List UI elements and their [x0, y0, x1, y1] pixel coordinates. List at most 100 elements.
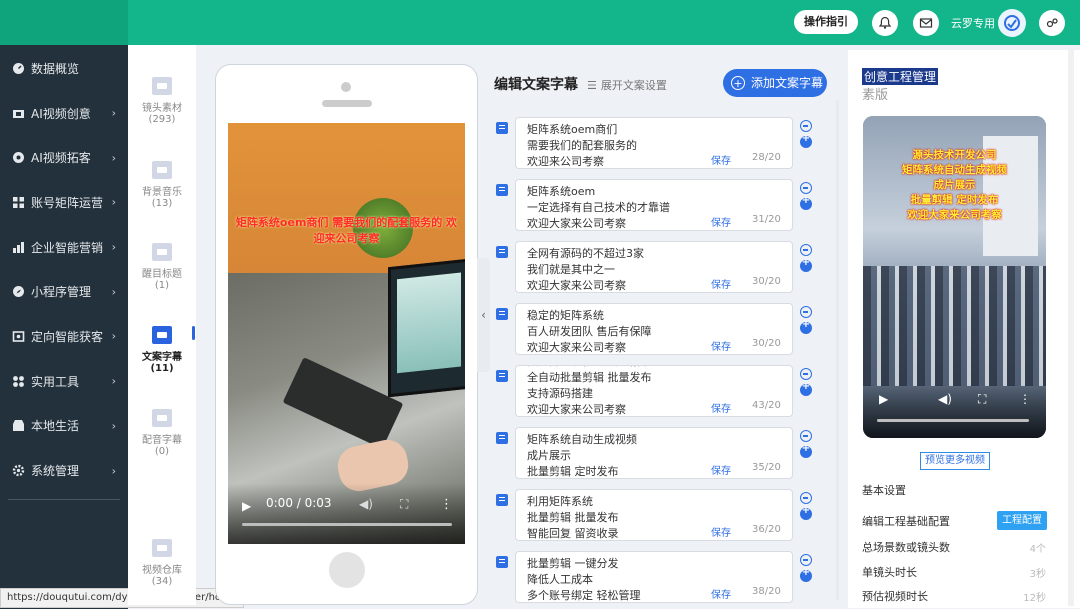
settings-icon[interactable] [1039, 10, 1065, 36]
caption-save-button[interactable]: 保存 [711, 338, 731, 353]
right-panel-scrollbar[interactable] [1068, 50, 1074, 606]
caption-text[interactable]: 稳定的矩阵系统 百人研发团队 售后有保障 欢迎大家来公司考察 [527, 308, 717, 354]
preview-progress-track[interactable] [877, 419, 1029, 422]
asset-music[interactable]: 背景音乐 (13) [128, 161, 196, 209]
asset-titles[interactable]: 醒目标题 (1) [128, 243, 196, 291]
sidebar-item-overview[interactable]: 数据概览 [0, 46, 128, 91]
more-vertical-icon[interactable]: ⋮ [1019, 392, 1031, 406]
sidebar-item-label: 定向智能获客 [31, 329, 104, 344]
caption-char-count: 35/20 [752, 462, 781, 473]
caption-textarea[interactable]: 矩阵系统自动生成视频 成片展示 批量剪辑 定时发布 保存 35/20 [515, 427, 793, 479]
remove-caption-icon[interactable] [800, 492, 812, 504]
sidebar-item-tools[interactable]: 实用工具 › [0, 359, 128, 404]
fullscreen-icon[interactable]: ⛶ [400, 497, 408, 512]
preview-more-button[interactable]: 预览更多视频 [920, 452, 990, 470]
volume-icon[interactable]: ◀) [938, 392, 952, 406]
document-icon [496, 556, 508, 568]
asset-shots[interactable]: 镜头素材 (293) [128, 77, 196, 125]
caption-textarea[interactable]: 批量剪辑 一键分发 降低人工成本 多个账号绑定 轻松管理 保存 38/20 [515, 551, 793, 603]
setting-label: 预估视频时长 [862, 590, 928, 603]
user-name[interactable]: 云罗专用 [951, 15, 995, 31]
caption-textarea[interactable]: 利用矩阵系统 批量剪辑 批量发布 智能回复 留资收录 保存 36/20 [515, 489, 793, 541]
caption-text[interactable]: 利用矩阵系统 批量剪辑 批量发布 智能回复 留资收录 [527, 494, 717, 540]
result-video-preview[interactable]: 源头技术开发公司 矩阵系统自动生成视频 成片展示 批量剪辑 定时发布 欢迎大家来… [863, 116, 1046, 438]
remove-caption-icon[interactable] [800, 182, 812, 194]
video-icon [12, 107, 25, 120]
sidebar-item-label: AI视频拓客 [31, 151, 91, 166]
video-controls [228, 483, 465, 544]
add-caption-button[interactable]: + 添加文案字幕 [723, 69, 827, 97]
add-caption-icon[interactable] [800, 505, 812, 520]
video-progress-track[interactable] [242, 523, 452, 526]
mail-icon[interactable] [913, 10, 939, 36]
play-icon[interactable]: ▶ [879, 392, 888, 406]
caption-item: 做矩阵系统就选大分销商 全自动批量剪辑 批量发布 支持源码搭建 欢迎大家来公司考… [490, 360, 830, 417]
logo-area [0, 0, 128, 45]
caption-textarea[interactable]: 做矩阵系统就选大分销商 全自动批量剪辑 批量发布 支持源码搭建 欢迎大家来公司考… [515, 365, 793, 417]
remove-caption-icon[interactable] [800, 244, 812, 256]
add-caption-icon[interactable] [800, 567, 812, 582]
more-vertical-icon[interactable]: ⋮ [440, 497, 453, 512]
add-caption-icon[interactable] [800, 257, 812, 272]
caption-save-button[interactable]: 保存 [711, 524, 731, 539]
asset-label: 背景音乐 [142, 187, 182, 198]
remove-caption-icon[interactable] [800, 120, 812, 132]
asset-video-library[interactable]: 视频仓库 (34) [128, 539, 196, 587]
remove-caption-icon[interactable] [800, 306, 812, 318]
sidebar-item-ai-video-creative[interactable]: AI视频创意 › [0, 91, 128, 136]
add-caption-icon[interactable] [800, 381, 812, 396]
asset-voice-captions[interactable]: 配音字幕 (0) [128, 409, 196, 457]
sidebar-item-ai-video-leads[interactable]: AI视频拓客 › [0, 135, 128, 180]
remove-caption-icon[interactable] [800, 430, 812, 442]
caption-save-button[interactable]: 保存 [711, 214, 731, 229]
caption-save-button[interactable]: 保存 [711, 152, 731, 167]
volume-icon[interactable]: ◀) [359, 497, 373, 511]
sidebar-item-enterprise-marketing[interactable]: 企业智能营销 › [0, 225, 128, 270]
sidebar-item-local-life[interactable]: 本地生活 › [0, 404, 128, 449]
caption-textarea[interactable]: 矩阵系统oem 一定选择有自己技术的才靠谱 欢迎大家来公司考察 保存 31/20 [515, 179, 793, 231]
sidebar-item-matrix-ops[interactable]: 账号矩阵运营 › [0, 180, 128, 225]
setting-label: 编辑工程基础配置 [862, 515, 950, 528]
caption-text[interactable]: 矩阵系统oem 一定选择有自己技术的才靠谱 欢迎大家来公司考察 [527, 184, 717, 230]
gear-icon [12, 464, 25, 477]
project-subtitle: 素版 [862, 88, 889, 103]
caption-save-button[interactable]: 保存 [711, 276, 731, 291]
caption-scrollbar[interactable] [836, 100, 839, 600]
expand-caption-settings[interactable]: ☰ 展开文案设置 [587, 77, 667, 93]
guide-button[interactable]: 操作指引 [794, 10, 858, 34]
caption-save-button[interactable]: 保存 [711, 462, 731, 477]
collapse-panel-button[interactable]: ‹ [477, 258, 490, 372]
caption-text[interactable]: 全网有源码的不超过3家 我们就是其中之一 欢迎大家来公司考察 [527, 246, 717, 292]
bell-icon[interactable] [872, 10, 898, 36]
sidebar-divider [8, 498, 120, 500]
sidebar-item-mini-program[interactable]: 小程序管理 › [0, 269, 128, 314]
caption-save-button[interactable]: 保存 [711, 586, 731, 601]
project-config-button[interactable]: 工程配置 [997, 511, 1047, 530]
caption-text[interactable]: 矩阵系统oem商们 需要我们的配套服务的 欢迎来公司考察 [527, 122, 717, 168]
caption-save-button[interactable]: 保存 [711, 400, 731, 415]
caption-text[interactable]: 矩阵系统自动生成视频 成片展示 批量剪辑 定时发布 [527, 432, 717, 478]
caption-text[interactable]: 做矩阵系统就选大分销商 全自动批量剪辑 批量发布 支持源码搭建 欢迎大家来公司考… [527, 366, 717, 416]
caption-text[interactable]: 批量剪辑 一键分发 降低人工成本 多个账号绑定 轻松管理 [527, 556, 717, 602]
caption-textarea[interactable]: 稳定的矩阵系统 百人研发团队 售后有保障 欢迎大家来公司考察 保存 30/20 [515, 303, 793, 355]
play-icon[interactable]: ▶ [242, 499, 251, 513]
asset-captions[interactable]: 文案字幕 (11) [128, 326, 196, 374]
remove-caption-icon[interactable] [800, 368, 812, 380]
sidebar-item-targeted-leads[interactable]: 定向智能获客 › [0, 314, 128, 359]
video-player[interactable]: 矩阵系统oem商们 需要我们的配套服务的 欢迎来公司考察 ▶ 0:00 / 0:… [228, 123, 465, 544]
remove-caption-icon[interactable] [800, 554, 812, 566]
caption-item: 稳定的矩阵系统 百人研发团队 售后有保障 欢迎大家来公司考察 保存 30/20 [490, 298, 830, 355]
caption-textarea[interactable]: 全网有源码的不超过3家 我们就是其中之一 欢迎大家来公司考察 保存 30/20 [515, 241, 793, 293]
add-caption-icon[interactable] [800, 195, 812, 210]
add-caption-icon[interactable] [800, 133, 812, 148]
chevron-right-icon: › [111, 329, 116, 343]
caption-textarea[interactable]: 矩阵系统oem商们 需要我们的配套服务的 欢迎来公司考察 保存 28/20 [515, 117, 793, 169]
caption-item: 矩阵系统自动生成视频 成片展示 批量剪辑 定时发布 保存 35/20 [490, 422, 830, 479]
sidebar-item-system[interactable]: 系统管理 › [0, 448, 128, 493]
add-caption-icon[interactable] [800, 319, 812, 334]
video-frame-wall [228, 123, 465, 273]
chevron-right-icon: › [111, 419, 116, 433]
fullscreen-icon[interactable]: ⛶ [978, 392, 986, 407]
add-caption-icon[interactable] [800, 443, 812, 458]
chevron-right-icon: › [111, 195, 116, 209]
